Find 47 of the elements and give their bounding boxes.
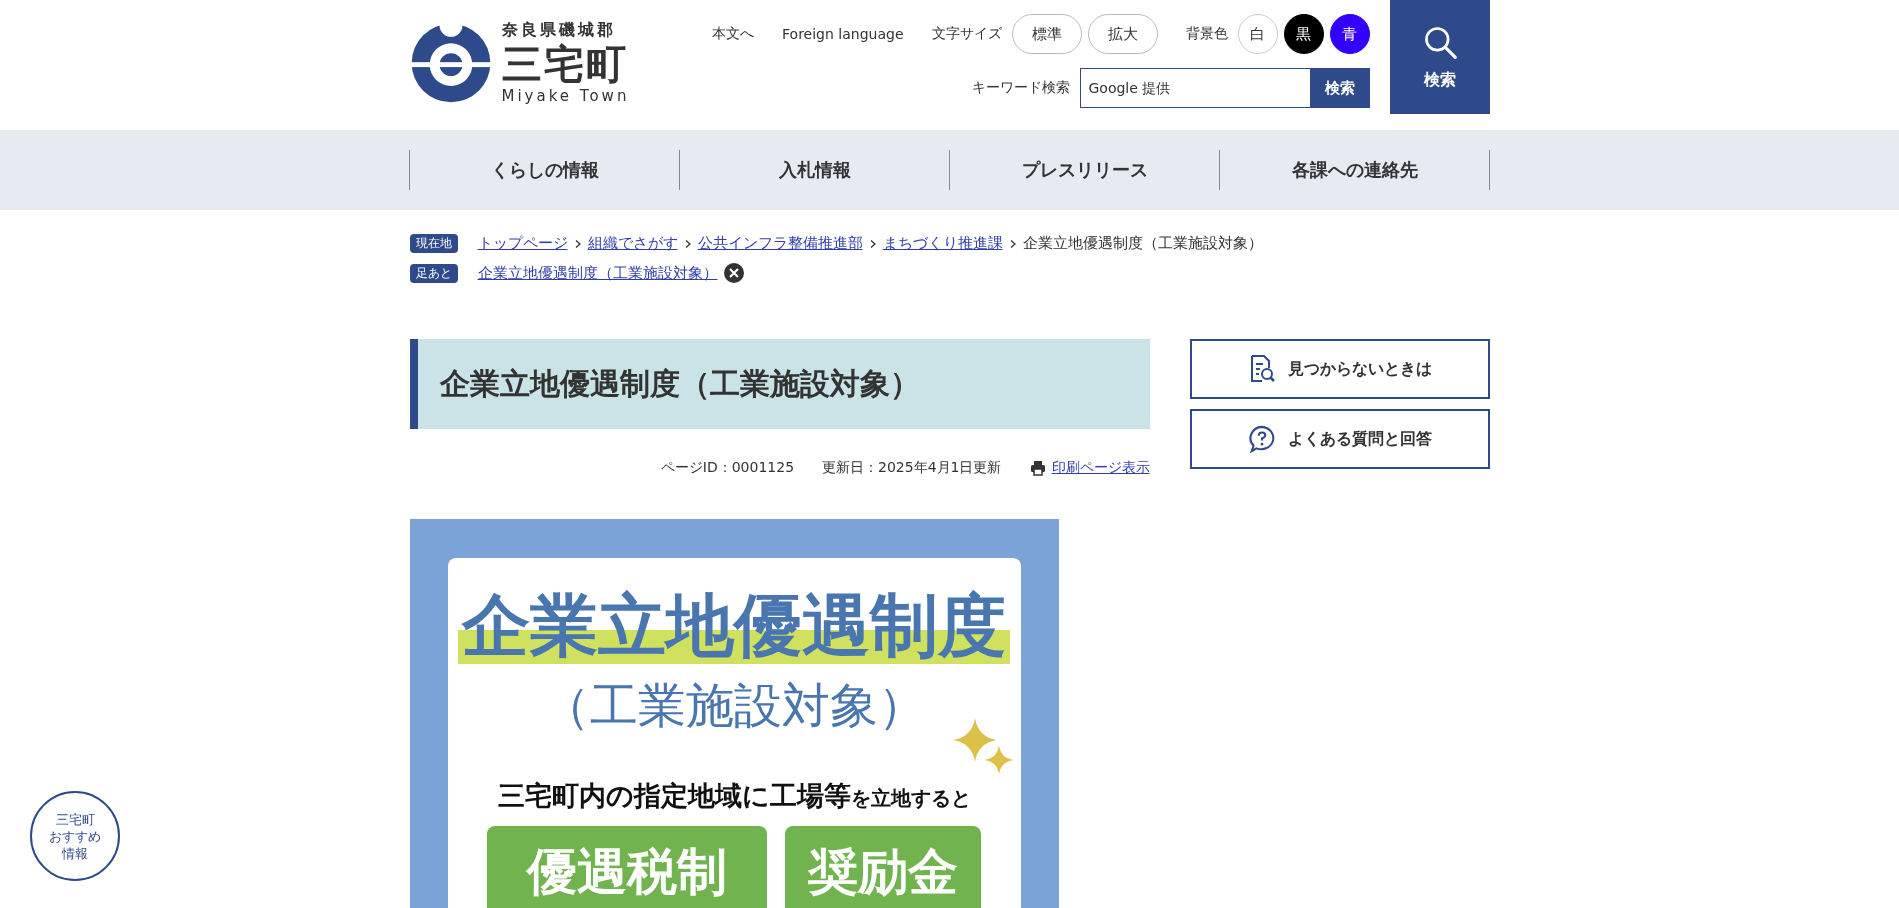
page-title: 企業立地優遇制度（工業施設対象） [409,339,1150,429]
background-color-button[interactable]: 黒 [1283,14,1324,54]
font-size-button[interactable]: 拡大 [1087,14,1158,54]
background-color-button[interactable]: 青 [1329,14,1370,54]
breadcrumb-current: 企業立地優遇制度（工業施設対象） [1022,234,1263,253]
background-color-label: 背景色 [1185,25,1228,43]
footprint-link[interactable]: 企業立地優遇制度（工業施設対象） [477,263,718,283]
chevron-icon [868,238,877,249]
footprints-badge: 足あと [409,263,458,283]
font-size-button[interactable]: 標準 [1011,14,1082,54]
breadcrumb-link[interactable]: まちづくり推進課 [882,234,1003,253]
nav-menu-item[interactable]: くらしの情報 [410,150,680,190]
search-submit-button[interactable]: 検索 [1309,68,1370,108]
town-emblem-icon [409,21,492,104]
search-button[interactable]: 検索 [1389,0,1490,114]
skip-link[interactable]: 本文へ [712,25,755,43]
background-color-button[interactable]: 白 [1237,14,1278,54]
foreign-language-link[interactable]: Foreign language [782,26,904,42]
side-link-button[interactable]: 見つからないときは [1189,339,1490,399]
recommended-info-badge[interactable]: 三宅町 おすすめ 情報 [30,791,120,881]
close-icon[interactable] [723,263,744,283]
chevron-icon [683,238,692,249]
side-link-button[interactable]: よくある質問と回答 [1189,409,1490,469]
font-size-label: 文字サイズ [931,25,1002,43]
nav-menu-item[interactable]: プレスリリース [950,150,1220,190]
benefit-label: 奨励金 [785,826,981,908]
print-page-link[interactable]: 印刷ページ表示 [1051,459,1150,477]
nav-menu-item[interactable]: 各課への連絡先 [1220,150,1490,190]
nav-menu-item[interactable]: 入札情報 [680,150,950,190]
chevron-icon [1008,238,1017,249]
page-id: ページID：0001125 [660,459,795,477]
updated-date: 更新日：2025年4月1日更新 [822,459,1002,477]
banner-subtitle: （工業施設対象） [541,676,927,735]
prefecture-label: 奈良県磯城郡 [501,20,617,41]
question-bubble-icon [1247,424,1276,454]
banner-lead-text: 三宅町内の指定地域に工場等を立地すると [496,779,972,813]
search-field[interactable]: Google 提供 [1079,68,1310,108]
chevron-icon [573,238,582,249]
breadcrumb-link[interactable]: 組織でさがす [587,234,678,253]
keyword-search-label: キーワード検索 [971,79,1070,97]
town-name-english: Miyake Town [501,87,630,105]
benefit-label: 優遇税制 [487,826,767,908]
town-name: 三宅町 [501,41,629,87]
printer-icon [1029,460,1046,476]
current-location-badge: 現在地 [409,234,458,253]
breadcrumb-link[interactable]: トップページ [477,234,568,253]
breadcrumb-link[interactable]: 公共インフラ整備推進部 [697,234,863,253]
